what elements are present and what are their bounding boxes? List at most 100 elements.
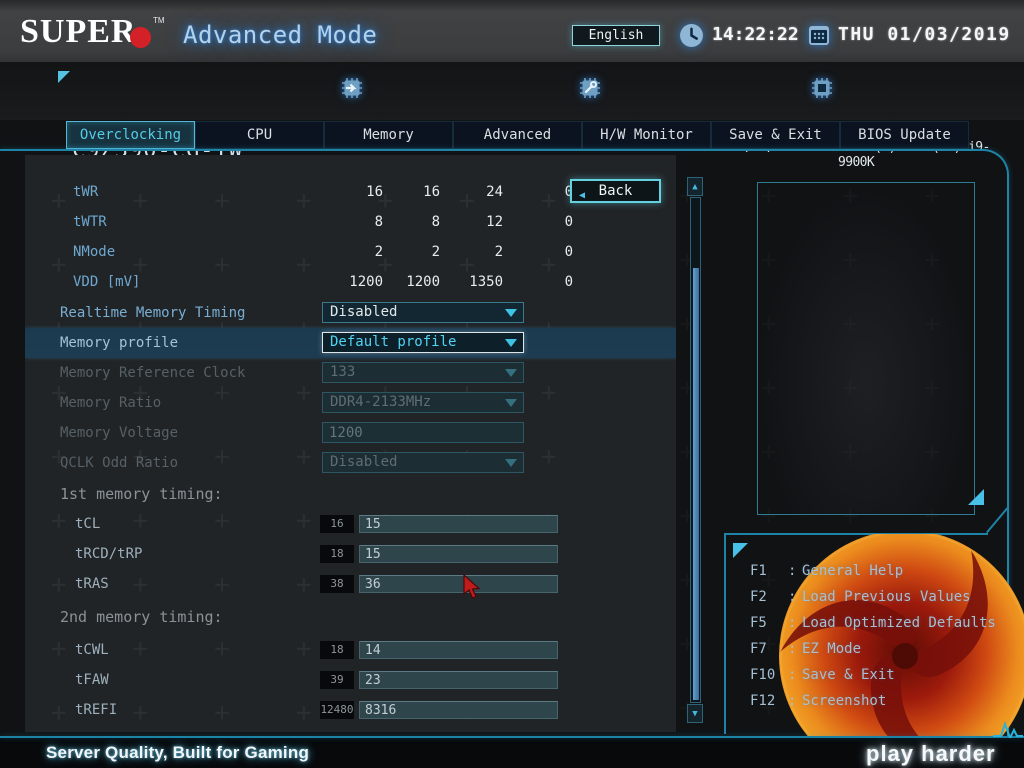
timing-row-tcl: tCL 16 bbox=[25, 512, 676, 536]
row-label: tWTR bbox=[73, 214, 107, 230]
timing-preset: 12480 bbox=[320, 701, 354, 719]
cell-value: 8 bbox=[431, 214, 440, 230]
separator: : bbox=[788, 693, 797, 709]
fkey-description: EZ Mode bbox=[802, 641, 862, 657]
tfaw-field[interactable] bbox=[359, 671, 558, 689]
bios-screen: SUPER TM Advanced Mode English 14:22:22 … bbox=[0, 0, 1024, 768]
cell-value: 0 bbox=[564, 244, 573, 260]
cell-value: 2 bbox=[494, 244, 503, 260]
table-row: tWTR 8 8 12 0 bbox=[25, 207, 676, 237]
scroll-down-icon: ▼ bbox=[692, 709, 698, 719]
tab-cpu[interactable]: CPU bbox=[195, 121, 324, 149]
header-bar: SUPER TM Advanced Mode English 14:22:22 … bbox=[0, 0, 1024, 62]
bios-build-chip-icon bbox=[578, 76, 602, 104]
help-item-f5: F5: Load Optimized Defaults bbox=[750, 612, 996, 631]
memory-profile-dropdown[interactable]: Default profile bbox=[322, 332, 524, 353]
help-panel-border bbox=[724, 533, 726, 734]
dropdown-value: Disabled bbox=[330, 304, 398, 320]
timing-preset: 18 bbox=[320, 641, 354, 659]
setting-label: QCLK Odd Ratio bbox=[60, 455, 179, 471]
timing-label: tRAS bbox=[75, 576, 109, 592]
cell-value: 12 bbox=[486, 214, 503, 230]
back-button[interactable]: ◀ Back bbox=[570, 179, 661, 203]
trefi-field[interactable] bbox=[359, 701, 558, 719]
setting-label: Memory Reference Clock bbox=[60, 365, 246, 381]
timing-row-tras: tRAS 38 bbox=[25, 572, 676, 596]
separator: : bbox=[788, 641, 797, 657]
scroll-up-button[interactable]: ▲ bbox=[687, 177, 703, 196]
fkey: F12 bbox=[750, 693, 776, 709]
cell-value: 1350 bbox=[469, 274, 503, 290]
settings-panel: tWR 16 16 24 0 tWTR 8 8 12 0 NMode 2 2 2 0 VDD [m… bbox=[25, 155, 676, 732]
tab-save-exit[interactable]: Save & Exit bbox=[711, 121, 840, 149]
timing-row-trefi: tREFI 12480 bbox=[25, 698, 676, 722]
chevron-down-icon bbox=[505, 459, 517, 467]
timing-label: tCWL bbox=[75, 642, 109, 658]
supermicro-logo: SUPER bbox=[20, 13, 137, 50]
help-corner-marker-icon bbox=[733, 543, 748, 558]
setting-row-memory-ratio: Memory Ratio DDR4-2133MHz bbox=[25, 388, 676, 418]
tab-bios-update[interactable]: BIOS Update bbox=[840, 121, 969, 149]
dropdown-value: DDR4-2133MHz bbox=[330, 394, 432, 410]
cell-value: 0 bbox=[564, 214, 573, 230]
setting-row-realtime-memory-timing: Realtime Memory Timing Disabled bbox=[25, 298, 676, 328]
separator: : bbox=[788, 589, 797, 605]
tcwl-field[interactable] bbox=[359, 641, 558, 659]
timing-label: tREFI bbox=[75, 702, 118, 718]
timing-preset: 18 bbox=[320, 545, 354, 563]
fkey-description: Screenshot bbox=[802, 693, 887, 709]
info-bar: C9Z390-CG-IW BIOS Version: 1.0b BIOS Bui… bbox=[0, 62, 1024, 170]
language-button[interactable]: English bbox=[572, 25, 660, 46]
fkey: F2 bbox=[750, 589, 767, 605]
timing-preset: 16 bbox=[320, 515, 354, 533]
scroll-down-button[interactable]: ▼ bbox=[687, 704, 703, 723]
bios-version-chip-icon bbox=[340, 76, 364, 104]
scrollbar-thumb[interactable] bbox=[693, 268, 699, 700]
help-item-f2: F2: Load Previous Values bbox=[750, 586, 971, 605]
fkey-description: Save & Exit bbox=[802, 667, 895, 683]
dropdown-value: 133 bbox=[330, 364, 356, 380]
cell-value: 0 bbox=[564, 274, 573, 290]
setting-label: Memory Ratio bbox=[60, 395, 162, 411]
dropdown-value: Default profile bbox=[330, 334, 457, 350]
timing-label: tFAW bbox=[75, 672, 109, 688]
cell-value: 8 bbox=[374, 214, 383, 230]
memory-reference-clock-dropdown: 133 bbox=[322, 362, 524, 383]
tab-memory[interactable]: Memory bbox=[324, 121, 453, 149]
separator: : bbox=[788, 563, 797, 579]
section-heading: 2nd memory timing: bbox=[60, 608, 223, 626]
tab-advanced[interactable]: Advanced bbox=[453, 121, 582, 149]
heartbeat-pulse-icon bbox=[993, 720, 1023, 742]
qclk-odd-ratio-dropdown: Disabled bbox=[322, 452, 524, 473]
trcd-trp-field[interactable] bbox=[359, 545, 558, 563]
cell-value: 16 bbox=[366, 184, 383, 200]
timing-row-trcd-trp: tRCD/tRP 18 bbox=[25, 542, 676, 566]
tab-overclocking[interactable]: Overclocking bbox=[66, 121, 195, 149]
mouse-cursor-icon bbox=[463, 573, 483, 604]
tcl-field[interactable] bbox=[359, 515, 558, 533]
timing-label: tRCD/tRP bbox=[75, 546, 143, 562]
tab-hw-monitor[interactable]: H/W Monitor bbox=[582, 121, 711, 149]
footer-tagline: Server Quality, Built for Gaming bbox=[46, 743, 310, 762]
help-item-f1: F1: General Help bbox=[750, 560, 903, 579]
cpu-chip-icon bbox=[810, 76, 834, 104]
setting-label: Realtime Memory Timing bbox=[60, 305, 246, 321]
cell-value: 0 bbox=[564, 184, 573, 200]
tras-field[interactable] bbox=[359, 575, 558, 593]
cell-value: 1200 bbox=[349, 274, 383, 290]
setting-label: Memory Voltage bbox=[60, 425, 179, 441]
system-date[interactable]: THU 01/03/2019 bbox=[838, 24, 1011, 45]
fkey: F5 bbox=[750, 615, 767, 631]
timing-label: tCL bbox=[75, 516, 101, 532]
realtime-memory-timing-dropdown[interactable]: Disabled bbox=[322, 302, 524, 323]
advanced-mode-label: Advanced Mode bbox=[183, 21, 378, 49]
tab-bar: Overclocking CPU Memory Advanced H/W Mon… bbox=[66, 121, 969, 149]
table-row: VDD [mV] 1200 1200 1350 0 bbox=[25, 267, 676, 297]
footer-accent-line bbox=[0, 736, 1024, 738]
board-corner-marker-icon bbox=[58, 71, 70, 83]
cell-value: 2 bbox=[431, 244, 440, 260]
system-time[interactable]: 14:22:22 bbox=[712, 24, 799, 45]
fkey: F10 bbox=[750, 667, 776, 683]
chevron-down-icon bbox=[505, 399, 517, 407]
back-arrow-icon: ◀ bbox=[579, 190, 586, 201]
